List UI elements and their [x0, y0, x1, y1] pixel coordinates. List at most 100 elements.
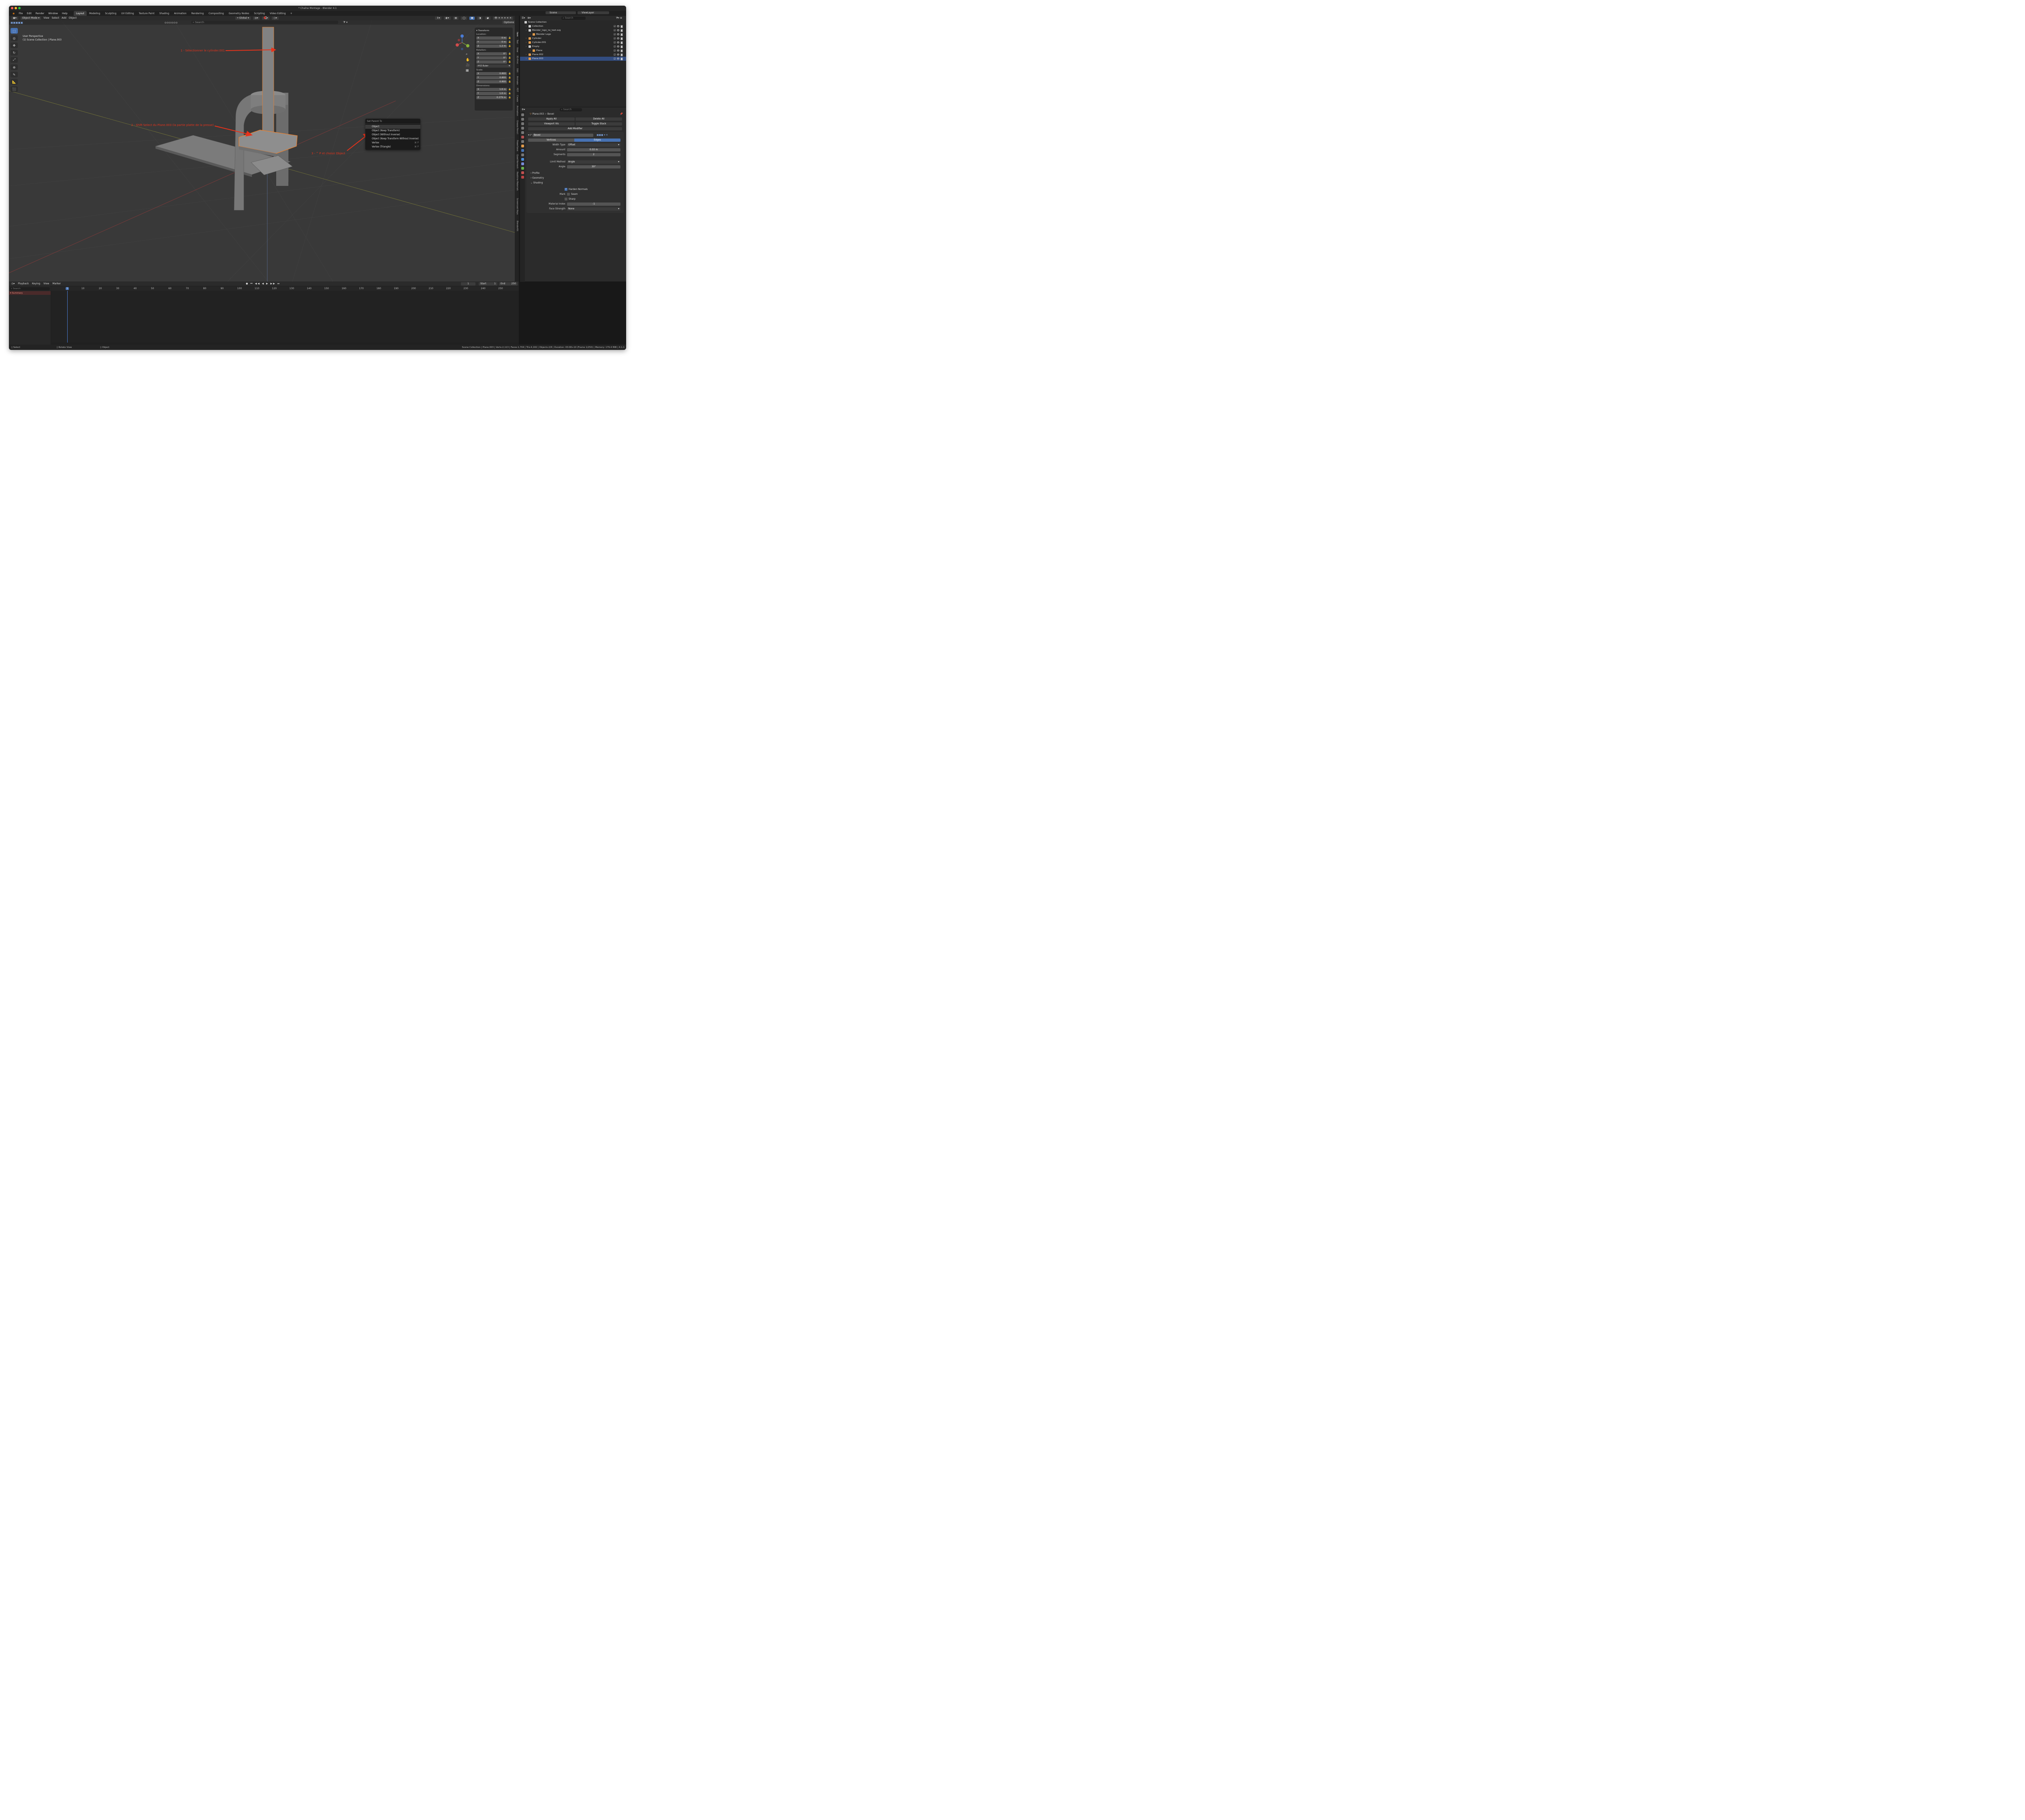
sidebar-tab[interactable]: Edit	[516, 68, 518, 72]
outliner-row[interactable]: › Collection ☑👁◙	[520, 24, 626, 28]
expand-arrow-icon[interactable]: ›	[526, 29, 529, 32]
shading-material[interactable]: ◑	[477, 16, 483, 20]
scene-tab-icon[interactable]	[521, 131, 524, 134]
expand-arrow-icon[interactable]: ›	[530, 33, 533, 36]
sidebar-tab[interactable]: PowerSave	[516, 140, 518, 151]
sidebar-tab[interactable]: Tool	[516, 40, 518, 44]
pin-icon[interactable]: 📌	[620, 113, 623, 115]
sidebar-tab[interactable]: View	[516, 47, 518, 52]
current-frame-field[interactable]: 1	[461, 282, 475, 286]
rotate-tool[interactable]: ↻	[11, 50, 18, 55]
limit-method-dropdown[interactable]: Angle ▾	[567, 160, 620, 164]
expand-arrow-icon[interactable]: ›	[526, 58, 529, 60]
sidebar-tab[interactable]: Quad Remesh	[516, 154, 518, 168]
outliner-filter-icon[interactable]: ⧩▾ ⊕	[616, 17, 622, 20]
width-type-dropdown[interactable]: Offset ▾	[567, 143, 620, 147]
dopesheet-area[interactable]	[51, 291, 519, 343]
transform-tool[interactable]: ⊕	[11, 64, 18, 70]
outliner-row[interactable]: › Blender_logo_no_text.svg ☑👁◙	[520, 28, 626, 32]
close-window-button[interactable]	[11, 7, 13, 9]
visibility-toggle-icons[interactable]: ☑👁◙	[614, 29, 624, 32]
outliner-row[interactable]: Scene Collection	[520, 20, 626, 24]
pivot-dropdown[interactable]: ◎▾	[253, 16, 260, 20]
dimensions-x-field[interactable]: X 1.6 m	[476, 87, 507, 91]
outliner-row[interactable]: › Empty ☑👁◙	[520, 45, 626, 49]
sidebar-tab[interactable]: Animation	[516, 106, 518, 116]
gizmo-toggle[interactable]: ↕▾	[435, 16, 442, 20]
timeline-menu-keying[interactable]: Keying	[32, 282, 40, 285]
visibility-toggle-icons[interactable]: ☑👁◙	[614, 37, 624, 40]
lock-icon[interactable]: 🔓	[507, 41, 511, 43]
dimensions-y-field[interactable]: Y 1.6 m	[476, 92, 507, 95]
viewport-3d[interactable]: ▣▾ Object Mode ▾ View Select Add Object …	[9, 16, 515, 281]
tab-animation[interactable]: Animation	[172, 11, 189, 16]
modifier-tab-icon[interactable]	[521, 149, 524, 152]
cursor-tool[interactable]: ◎	[11, 35, 18, 41]
snap-toggle[interactable]: 🧲▾	[262, 16, 270, 20]
maximize-window-button[interactable]	[18, 7, 21, 9]
outliner-row[interactable]: › Plane.002 ☑👁◙	[520, 53, 626, 57]
lock-icon[interactable]: 🔓	[507, 77, 511, 79]
geometry-subpanel[interactable]: › Geometry	[526, 176, 624, 180]
viewport-vis-button[interactable]: Viewport Vis	[528, 122, 575, 126]
menu-help[interactable]: Help	[60, 11, 70, 16]
outliner-row[interactable]: › Blender Logo ☑👁◙	[520, 32, 626, 36]
location-y-field[interactable]: Y 0 m	[476, 40, 507, 44]
profile-subpanel[interactable]: › Profile	[526, 171, 624, 175]
object-mode-dropdown[interactable]: Object Mode ▾	[20, 16, 41, 20]
viewport-search[interactable]: ⌕ Search	[191, 21, 338, 24]
parent-option-3[interactable]: Object (Keep Transform Without Inverse)	[365, 137, 420, 141]
collection-tab-icon[interactable]	[521, 140, 524, 143]
shading-subpanel[interactable]: ⌄ Shading	[526, 181, 624, 185]
tab-geometry-nodes[interactable]: Geometry Nodes	[226, 11, 252, 16]
viewport-menu-add[interactable]: Add	[62, 17, 66, 19]
menu-file[interactable]: File	[17, 11, 25, 16]
scene-selector[interactable]: Scene	[546, 11, 576, 14]
visibility-toggle-icons[interactable]: ☑👁◙	[614, 25, 624, 28]
data-tab-icon[interactable]	[521, 167, 524, 170]
add-cube-tool[interactable]: ⬛	[11, 86, 18, 92]
lock-icon[interactable]: 🔓	[507, 96, 511, 99]
timeline-editor-type-button[interactable]: ◷▾	[11, 282, 15, 285]
measure-tool[interactable]: 📐	[11, 79, 18, 85]
visibility-toggle-icons[interactable]: ☑👁◙	[614, 53, 624, 56]
timeline-menu-playback[interactable]: Playback	[18, 282, 29, 285]
lock-icon[interactable]: 🔓	[507, 37, 511, 39]
zoom-icon[interactable]: ⌕	[466, 52, 470, 56]
sidebar-tab[interactable]: 3D-Print	[516, 55, 518, 64]
parent-option-1[interactable]: Object (Keep Transform)	[365, 129, 420, 133]
tab-shading[interactable]: Shading	[157, 11, 171, 16]
outliner-row[interactable]: › Cylinder.001 ☑👁◙	[520, 40, 626, 45]
lock-icon[interactable]: 🔓	[507, 88, 511, 91]
annotate-tool[interactable]: ✎	[11, 72, 18, 77]
tab-scripting[interactable]: Scripting	[252, 11, 267, 16]
tab-modeling[interactable]: Modeling	[87, 11, 102, 16]
visibility-toggle-icons[interactable]: ☑👁◙	[614, 41, 624, 44]
toggle-stack-button[interactable]: Toggle Stack	[576, 122, 622, 126]
viewport-menu-object[interactable]: Object	[69, 17, 77, 19]
outliner-row[interactable]: › Cylinder ☑👁◙	[520, 36, 626, 40]
add-workspace-icon[interactable]: +	[288, 11, 294, 16]
expand-arrow-icon[interactable]: ›	[526, 25, 529, 28]
visibility-toggle-icons[interactable]: ☑👁◙	[614, 45, 624, 48]
filter-funnel-icon[interactable]: ⧩ ▾	[343, 21, 347, 24]
rotation-x-field[interactable]: X 0°	[476, 52, 507, 55]
lock-icon[interactable]: 🔓	[507, 57, 511, 59]
viewport-menu-select[interactable]: Select	[52, 17, 60, 19]
sidebar-tab[interactable]: Grease Pencil	[516, 120, 518, 134]
material-index-field[interactable]: -1	[567, 202, 620, 206]
visibility-toggle-icons[interactable]: ☑👁◙	[614, 33, 624, 36]
sidebar-tab[interactable]: PDT	[516, 88, 518, 92]
texture-tab-icon[interactable]	[521, 176, 524, 179]
select-mode-icons[interactable]: ▣▣▣▣▣	[11, 21, 23, 24]
sidebar-tab[interactable]: Item	[516, 32, 518, 36]
sidebar-tab[interactable]: Realtime Materials	[516, 172, 518, 191]
parent-option-4[interactable]: Vertex ⌘ P	[365, 141, 420, 145]
properties-search[interactable]: ⌕ Search	[560, 108, 582, 111]
sidebar-tab[interactable]: BlenderKit	[516, 221, 518, 231]
lock-icon[interactable]: 🔓	[507, 53, 511, 55]
transform-header[interactable]: ▾ Transform	[476, 29, 511, 32]
modifier-toggle-icons[interactable]: ▣▣▣ ▾ ✕	[597, 134, 608, 136]
filter-icons[interactable]: ⊙⊙⊙⊙⊙⊙	[164, 21, 178, 24]
start-frame-field[interactable]: Start 1	[479, 282, 497, 286]
